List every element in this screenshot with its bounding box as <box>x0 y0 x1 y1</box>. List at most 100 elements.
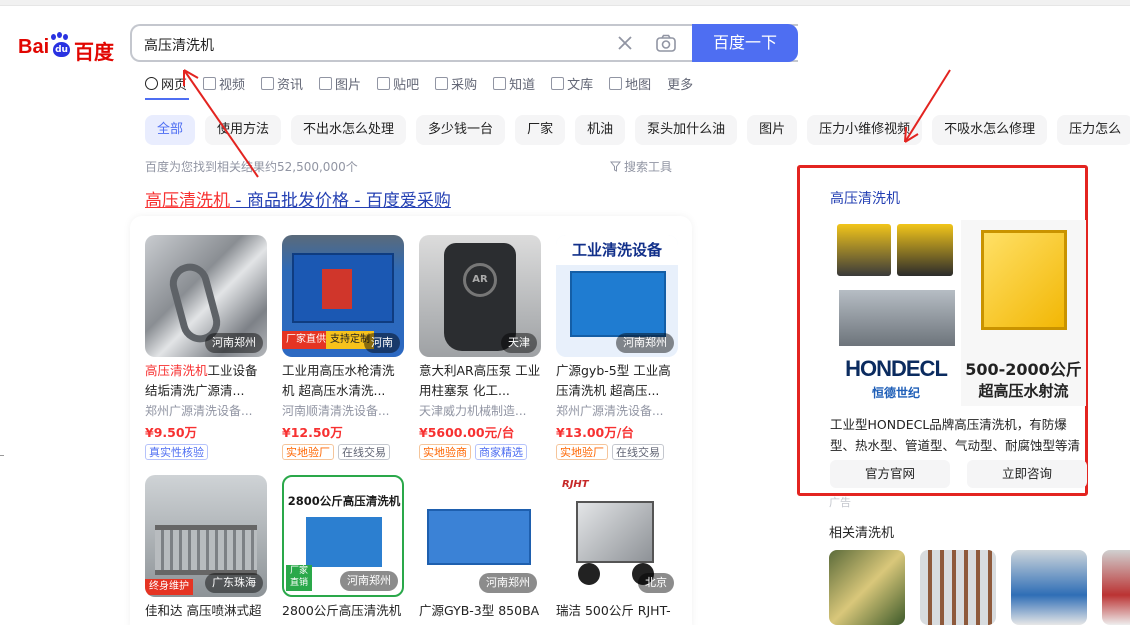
product-card[interactable]: 终身维护 广东珠海 佳和达 高压喷淋式超 <box>145 475 267 625</box>
product-card[interactable]: 2800公斤高压清洗机 厂家直销 河南郑州 2800公斤高压清洗机 <box>282 475 404 625</box>
search-tools[interactable]: 搜索工具 <box>609 158 672 175</box>
price: ¥9.50万 <box>145 425 198 440</box>
company-name[interactable]: 天津威力机械制造... <box>419 402 541 419</box>
tab-map[interactable]: 地图 <box>609 72 651 94</box>
tab-purchase[interactable]: 采购 <box>435 72 477 94</box>
chip[interactable]: 多少钱一台 <box>416 115 506 145</box>
browser-strip <box>0 0 1130 6</box>
chip[interactable]: 压力小维修视频 <box>807 115 923 145</box>
product-image[interactable]: 2800公斤高压清洗机 厂家直销 河南郑州 <box>282 475 404 597</box>
chip[interactable]: 泵头加什么油 <box>635 115 738 145</box>
clear-icon[interactable] <box>614 32 636 54</box>
price: ¥12.50万 <box>282 425 343 440</box>
chip[interactable]: 不出水怎么处理 <box>291 115 407 145</box>
badge: 在线交易 <box>338 444 390 460</box>
chip[interactable]: 不吸水怎么修理 <box>932 115 1048 145</box>
product-title[interactable]: 意大利AR高压泵 工业用柱塞泵 化工... <box>419 361 541 401</box>
tab-more[interactable]: 更多 <box>667 72 693 94</box>
chip[interactable]: 图片 <box>747 115 798 145</box>
product-card[interactable]: 厂家直供 支持定制 河南 工业用高压水枪清洗机 超高压水清洗... 河南顺清清洗… <box>282 235 404 460</box>
product-title[interactable]: 2800公斤高压清洗机 <box>282 601 404 625</box>
chip[interactable]: 厂家 <box>515 115 566 145</box>
product-image[interactable]: 终身维护 广东珠海 <box>145 475 267 597</box>
location-badge: 天津 <box>501 333 537 353</box>
camera-icon[interactable] <box>654 32 678 54</box>
result-title-link[interactable]: 高压清洗机 - 商品批发价格 - 百度爱采购 <box>145 186 451 211</box>
related-image[interactable] <box>1102 550 1130 625</box>
map-icon <box>609 76 623 90</box>
promo-tag: 终身维护 <box>145 579 193 595</box>
price: ¥13.00万/台 <box>556 425 634 440</box>
company-name[interactable]: 郑州广源清洗设备... <box>556 402 678 419</box>
tab-label: 采购 <box>451 77 478 93</box>
product-image[interactable]: AR 天津 <box>419 235 541 357</box>
chip[interactable]: 使用方法 <box>205 115 282 145</box>
ad-brand: HONDECL <box>845 356 948 381</box>
product-image[interactable]: 厂家直供 支持定制 河南 <box>282 235 404 357</box>
tab-label: 贴吧 <box>393 77 420 93</box>
product-title[interactable]: 佳和达 高压喷淋式超 <box>145 601 267 625</box>
tab-wenku[interactable]: 文库 <box>551 72 593 94</box>
search-button[interactable]: 百度一下 <box>692 24 798 62</box>
location-badge: 河南 <box>364 333 400 353</box>
product-image[interactable]: RJHT 北京 <box>556 475 678 597</box>
product-title[interactable]: 瑞洁 500公斤 RJHT-5 <box>556 601 678 625</box>
company-name[interactable]: 河南顺清清洗设备... <box>282 402 404 419</box>
product-card[interactable]: 河南郑州 广源GYB-3型 850BA <box>419 475 541 625</box>
ad-image-left[interactable]: HONDECL 恒德世纪 <box>833 220 959 406</box>
filter-chips: 全部 使用方法 不出水怎么处理 多少钱一台 厂家 机油 泵头加什么油 图片 压力… <box>145 115 1130 145</box>
active-tab-underline <box>145 98 189 100</box>
product-title[interactable]: 广源gyb-5型 工业高压清洗机 超高压... <box>556 361 678 401</box>
badge: 实地验厂 <box>282 444 334 460</box>
badges: 实地验厂 在线交易 <box>282 444 404 460</box>
product-image[interactable]: 河南郑州 <box>419 475 541 597</box>
result-title-rest: - 商品批发价格 - 百度爱采购 <box>230 191 451 211</box>
official-site-button[interactable]: 官方官网 <box>830 460 950 488</box>
ad-title[interactable]: 高压清洗机 <box>830 188 900 208</box>
ad-description[interactable]: 工业型HONDECL品牌高压清洗机，有防爆型、热水型、管道型、气动型、耐腐蚀型等… <box>830 414 1080 456</box>
chip[interactable]: 机油 <box>575 115 626 145</box>
tab-web[interactable]: 网页 <box>145 72 187 94</box>
tab-label: 文库 <box>567 77 594 93</box>
chip-all[interactable]: 全部 <box>145 115 196 145</box>
company-name[interactable]: 郑州广源清洗设备... <box>145 402 267 419</box>
product-title[interactable]: 工业用高压水枪清洗机 超高压水清洗... <box>282 361 404 401</box>
tab-label: 更多 <box>667 77 694 93</box>
related-image[interactable] <box>920 550 996 625</box>
product-title[interactable]: 高压清洗机工业设备结垢清洗广源清... <box>145 361 267 401</box>
related-image[interactable] <box>1011 550 1087 625</box>
tab-images[interactable]: 图片 <box>319 72 361 94</box>
tab-zhidao[interactable]: 知道 <box>493 72 535 94</box>
product-card[interactable]: 工业清洗设备 河南郑州 广源gyb-5型 工业高压清洗机 超高压... 郑州广源… <box>556 235 678 460</box>
badge: 商家精选 <box>475 444 527 460</box>
logo-text-right: 百度 <box>74 42 114 64</box>
logo-text-left: Bai <box>18 36 50 58</box>
product-card[interactable]: AR 天津 意大利AR高压泵 工业用柱塞泵 化工... 天津威力机械制造... … <box>419 235 541 460</box>
tab-tieba[interactable]: 贴吧 <box>377 72 419 94</box>
tieba-icon <box>377 76 391 90</box>
tab-video[interactable]: 视频 <box>203 72 245 94</box>
price: ¥5600.00元/台 <box>419 425 515 440</box>
product-title[interactable]: 广源GYB-3型 850BA <box>419 601 541 625</box>
related-image[interactable] <box>829 550 905 625</box>
image-icon <box>319 76 333 90</box>
baidu-logo[interactable]: Bai du 百度 <box>18 28 118 64</box>
tab-label: 资讯 <box>277 77 304 93</box>
product-card[interactable]: 河南郑州 高压清洗机工业设备结垢清洗广源清... 郑州广源清洗设备... ¥9.… <box>145 235 267 460</box>
tab-label: 图片 <box>335 77 362 93</box>
consult-button[interactable]: 立即咨询 <box>967 460 1087 488</box>
image-headline: 工业清洗设备 <box>556 235 678 265</box>
location-badge: 北京 <box>638 573 674 593</box>
search-input[interactable]: 高压清洗机 <box>144 35 214 55</box>
ad-image-right[interactable]: 500-2000公斤 超高压水射流 <box>961 220 1086 406</box>
chip[interactable]: 压力怎么 <box>1057 115 1130 145</box>
product-image[interactable]: 河南郑州 <box>145 235 267 357</box>
product-image[interactable]: 工业清洗设备 河南郑州 <box>556 235 678 357</box>
result-count: 百度为您找到相关结果约52,500,000个 <box>145 160 358 174</box>
location-badge: 河南郑州 <box>616 333 674 353</box>
search-results-page: Bai du 百度 高压清洗机 百度一下 网页 视频 资讯 图片 贴吧 采购 知… <box>0 0 1130 625</box>
video-icon <box>203 76 217 90</box>
tab-news[interactable]: 资讯 <box>261 72 303 94</box>
badge: 实地验商 <box>419 444 471 460</box>
product-card[interactable]: RJHT 北京 瑞洁 500公斤 RJHT-5 <box>556 475 678 625</box>
